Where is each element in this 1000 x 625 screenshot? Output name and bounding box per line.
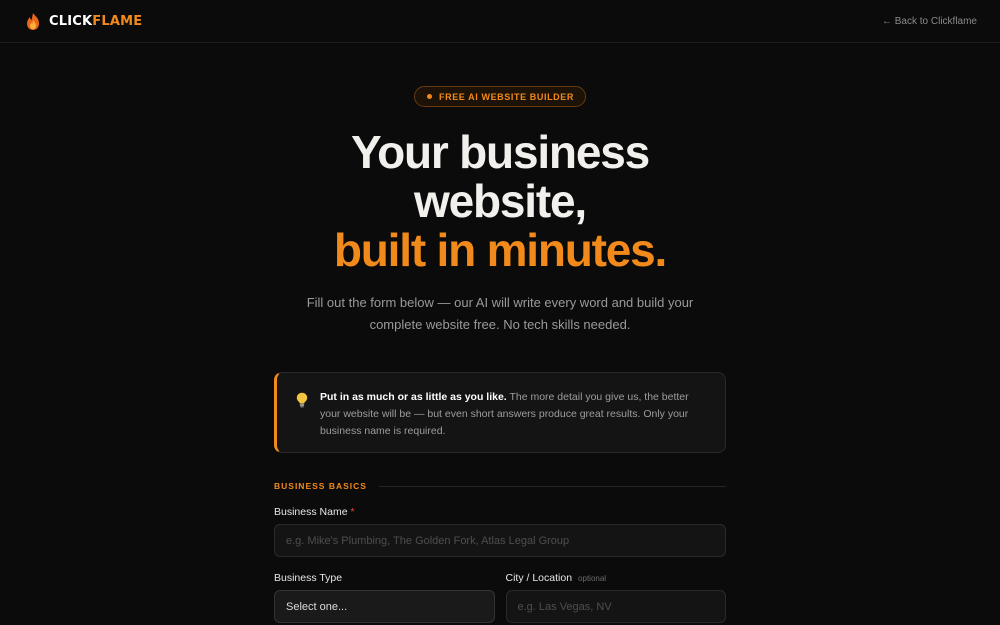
required-mark: * [350,506,355,518]
tip-bold-text: Put in as much or as little as you like. [320,391,507,403]
hero-subtitle: Fill out the form below — our AI will wr… [306,295,694,332]
optional-tag: optional [578,574,607,583]
city-label-text: City / Location [505,572,573,584]
free-builder-badge: FREE AI WEBSITE BUILDER [414,86,586,107]
business-name-label-text: Business Name [274,506,348,518]
headline-line-1: Your business [351,126,650,178]
badge-dot-icon [427,94,432,99]
tip-callout: Put in as much or as little as you like.… [274,372,726,453]
tip-text: Put in as much or as little as you like.… [320,389,707,452]
badge-label: FREE AI WEBSITE BUILDER [439,91,574,102]
business-name-field-group: Business Name * [274,506,726,557]
top-navbar: CLICKFLAME ← Back to Clickflame [0,0,1000,43]
headline-line-3-accent: built in minutes. [333,224,667,276]
lightbulb-icon [296,389,308,452]
main-content: FREE AI WEBSITE BUILDER Your business we… [274,43,726,623]
type-location-row: Business Type Select one... City / Locat… [274,572,726,623]
brand-name: CLICKFLAME [49,14,142,29]
city-field-group: City / Location optional [505,572,727,623]
city-input[interactable] [505,590,726,623]
section-header-business-basics: BUSINESS BASICS [274,481,726,491]
business-type-field-group: Business Type Select one... [274,572,495,623]
section-label: BUSINESS BASICS [274,481,367,491]
headline-line-2: website, [414,175,587,227]
city-label: City / Location optional [506,572,727,584]
brand-name-part1: CLICK [49,13,93,29]
business-name-label: Business Name * [274,506,726,518]
page-headline: Your business website, built in minutes. [274,128,726,275]
back-to-clickflame-link[interactable]: ← Back to Clickflame [882,16,977,27]
badge-container: FREE AI WEBSITE BUILDER [274,43,726,107]
business-type-label: Business Type [274,572,343,584]
brand-logo[interactable]: CLICKFLAME [24,12,142,31]
business-type-select[interactable]: Select one... [274,590,495,623]
business-type-selected-value: Select one... [286,600,348,613]
business-name-input[interactable] [274,524,726,557]
brand-name-part2: FLAME [92,13,143,29]
flame-icon [24,12,42,31]
section-divider [378,485,726,487]
